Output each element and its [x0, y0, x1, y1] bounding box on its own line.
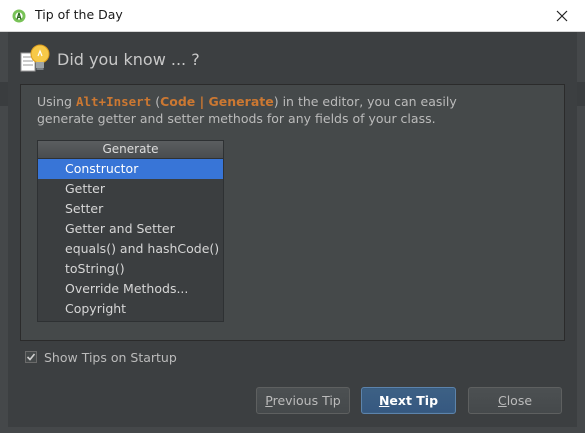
generate-item-equals-hashcode: equals() and hashCode()	[65, 241, 220, 256]
tip-text-line2: generate getter and setter methods for a…	[37, 111, 436, 126]
generate-item-copyright: Copyright	[65, 301, 127, 316]
previous-mnemonic: P	[265, 393, 273, 408]
checkmark-icon	[26, 353, 36, 361]
tip-text-paren: (	[151, 94, 161, 109]
title-bar: Tip of the Day	[0, 0, 585, 32]
generate-popup-title: Generate	[38, 141, 223, 159]
window-title: Tip of the Day	[35, 7, 123, 22]
generate-item-tostring: toString()	[65, 261, 125, 276]
close-window-button[interactable]	[539, 0, 585, 31]
next-label: ext Tip	[389, 393, 439, 408]
close-icon	[556, 10, 568, 21]
background-ide-bottom-edge	[0, 427, 585, 433]
android-studio-icon	[12, 9, 26, 23]
generate-popup-illustration: Generate Constructor Getter Setter Gette…	[37, 140, 224, 322]
previous-label: revious Tip	[272, 393, 341, 408]
generate-item-getter-setter: Getter and Setter	[65, 221, 175, 236]
close-label: lose	[506, 393, 533, 408]
show-tips-label[interactable]: Show Tips on Startup	[44, 350, 177, 365]
next-mnemonic: N	[378, 393, 390, 408]
background-ide-right-edge	[577, 32, 585, 433]
previous-tip-button[interactable]: Previous Tip	[256, 387, 350, 414]
tip-text-prefix: Using	[37, 94, 76, 109]
close-button[interactable]: Close	[468, 387, 562, 414]
show-tips-checkbox[interactable]	[25, 351, 37, 363]
tip-content-panel: Using Alt+Insert (Code | Generate) in th…	[20, 84, 565, 341]
light-bulb-icon	[20, 44, 50, 72]
tip-heading: Did you know ... ?	[57, 50, 200, 69]
generate-item-constructor: Constructor	[38, 159, 223, 179]
generate-item-getter: Getter	[65, 181, 106, 196]
close-mnemonic: C	[497, 393, 507, 408]
generate-item-override-methods: Override Methods...	[65, 281, 189, 296]
background-ide-left-edge	[0, 32, 8, 433]
next-tip-button[interactable]: Next Tip	[361, 387, 456, 414]
tip-text-suffix: ) in the editor, you can easily	[273, 94, 457, 109]
tip-text: Using Alt+Insert (Code | Generate) in th…	[37, 93, 552, 127]
shortcut-keys: Alt+Insert	[75, 94, 152, 109]
generate-item-setter: Setter	[65, 201, 104, 216]
menu-path: Code | Generate	[160, 94, 274, 109]
